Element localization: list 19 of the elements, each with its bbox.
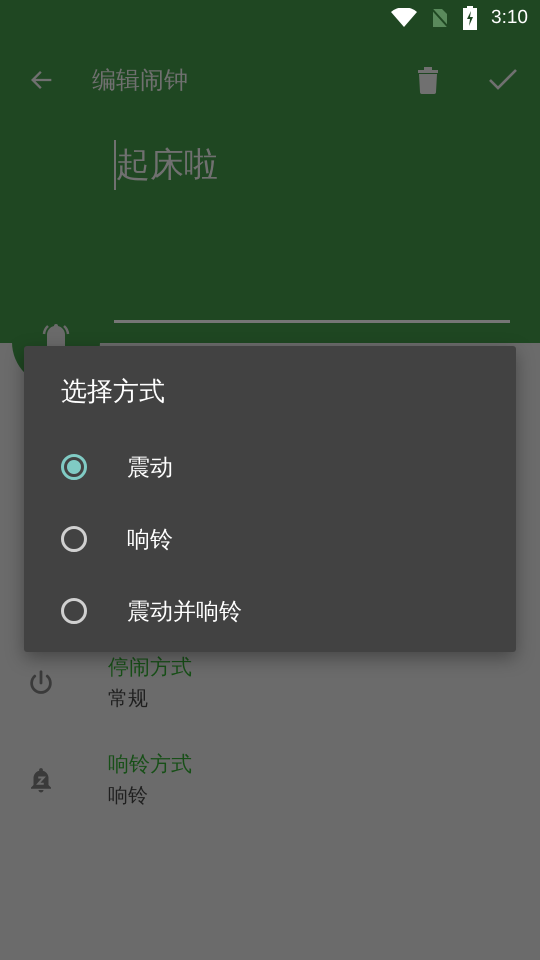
delete-icon[interactable]	[416, 66, 440, 94]
setting-value: 响铃	[108, 782, 149, 809]
option-label[interactable]: 震动	[127, 452, 173, 482]
dialog-title: 选择方式	[61, 376, 166, 409]
toolbar-title: 编辑闹钟	[92, 65, 189, 96]
radio-button[interactable]	[61, 526, 87, 552]
option-label[interactable]: 响铃	[127, 524, 173, 554]
no-sim-icon	[431, 7, 450, 29]
setting-title: 停闹方式	[108, 654, 192, 681]
check-icon[interactable]	[488, 68, 518, 92]
status-time: 3:10	[491, 7, 528, 29]
alarm-name-value: 起床啦	[114, 140, 218, 190]
wifi-icon	[391, 8, 418, 28]
radio-button[interactable]	[61, 598, 87, 624]
setting-value: 常规	[108, 685, 149, 712]
radio-button[interactable]	[61, 454, 87, 480]
setting-title: 响铃方式	[108, 751, 192, 778]
battery-charging-icon	[463, 6, 478, 30]
option-label[interactable]: 震动并响铃	[127, 596, 242, 626]
